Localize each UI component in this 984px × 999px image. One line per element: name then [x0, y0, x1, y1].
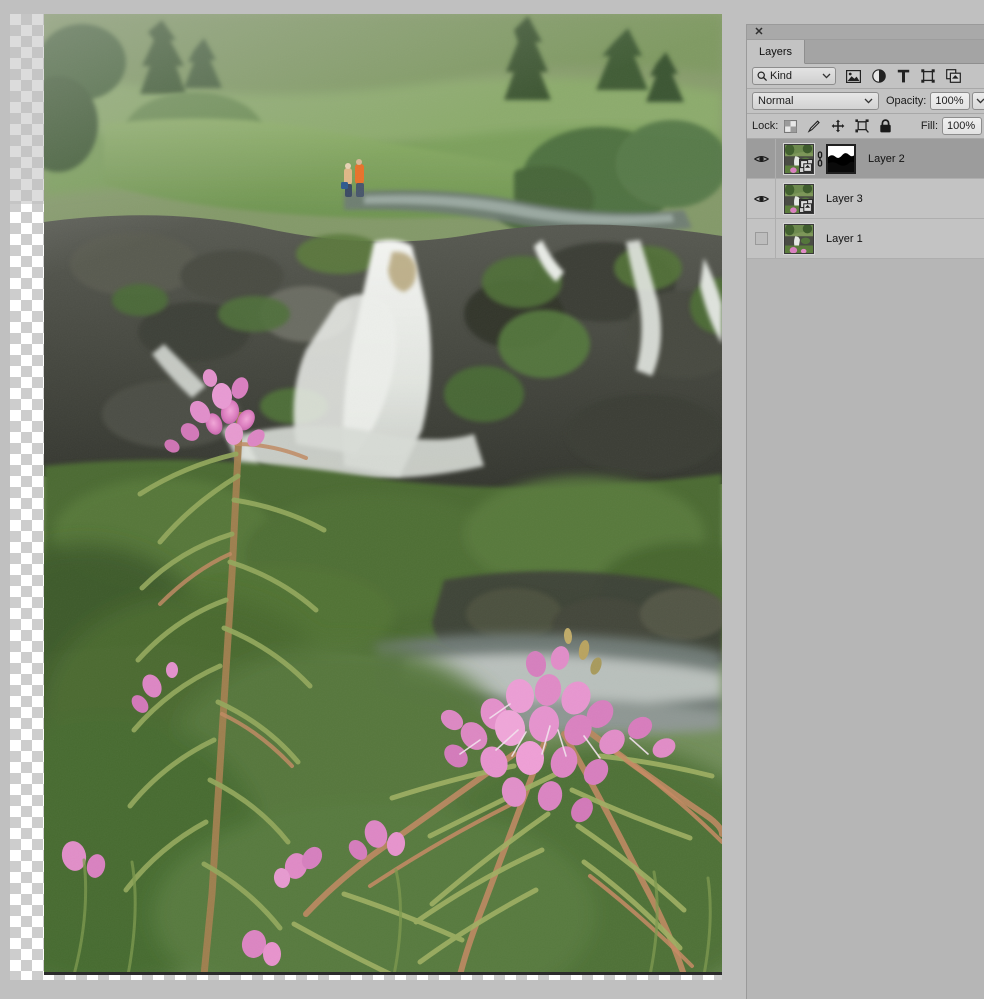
layer-thumbnail[interactable]	[783, 182, 815, 215]
layer-filter-row: Kind	[747, 64, 984, 89]
layer-list[interactable]: Layer 2 Layer 3 Layer 1	[747, 139, 984, 259]
fill-label: Fill:	[920, 120, 938, 132]
layer-thumbnails	[776, 182, 815, 215]
layer-thumbnails	[776, 222, 815, 255]
layer-thumbnail[interactable]	[783, 142, 815, 175]
layer-thumbnail[interactable]	[783, 222, 815, 255]
blend-mode-value: Normal	[758, 95, 794, 107]
eye-icon	[753, 155, 769, 162]
chevron-down-icon	[864, 95, 873, 107]
smart-object-filter-icon[interactable]	[946, 69, 961, 83]
eye-off-icon	[754, 232, 768, 245]
blend-opacity-row: Normal Opacity: 100%	[747, 89, 984, 114]
lock-position-icon[interactable]	[831, 119, 845, 133]
close-icon[interactable]: ✕	[753, 26, 765, 38]
eye-icon	[753, 195, 769, 202]
panel-titlebar: ✕	[747, 25, 984, 40]
opacity-input[interactable]: 100%	[930, 92, 971, 110]
waterfall-photograph	[44, 14, 722, 972]
layer-filter-icon-group	[846, 69, 961, 83]
adjustment-layer-filter-icon[interactable]	[872, 69, 886, 83]
lock-artboard-nesting-icon[interactable]	[855, 119, 870, 133]
filter-kind-label: Kind	[770, 70, 793, 82]
lock-all-icon[interactable]	[879, 119, 892, 133]
shape-layer-filter-icon[interactable]	[921, 69, 935, 83]
layer-visibility-toggle[interactable]	[747, 219, 776, 258]
layer-visibility-toggle[interactable]	[747, 179, 776, 218]
lock-image-pixels-icon[interactable]	[807, 119, 821, 133]
lock-fill-row: Lock: Fill: 100%	[747, 114, 984, 139]
layer-mask-thumbnail[interactable]	[826, 143, 856, 174]
blend-mode-select[interactable]: Normal	[752, 92, 879, 110]
layer-thumbnails	[776, 142, 856, 175]
layers-panel: ✕ Layers Kind Normal Opacity: 100% Lock:…	[746, 24, 984, 999]
layer-name[interactable]: Layer 3	[826, 193, 863, 205]
composited-image[interactable]	[44, 14, 722, 975]
lock-icon-group	[784, 119, 892, 133]
filter-kind-select[interactable]: Kind	[752, 67, 836, 85]
photoshop-window: ✕ Layers Kind Normal Opacity: 100% Lock:…	[0, 0, 984, 999]
fill-input[interactable]: 100%	[942, 117, 982, 135]
layer-name[interactable]: Layer 1	[826, 233, 863, 245]
smart-object-badge	[799, 158, 813, 173]
document-canvas-area[interactable]	[0, 0, 740, 999]
chevron-down-icon	[822, 70, 831, 82]
panel-tabstrip: Layers	[747, 40, 984, 64]
layer-visibility-toggle[interactable]	[747, 139, 776, 178]
type-layer-filter-icon[interactable]	[897, 69, 910, 83]
opacity-label: Opacity:	[886, 95, 927, 107]
smart-object-badge	[799, 198, 813, 213]
pixel-layer-filter-icon[interactable]	[846, 69, 861, 83]
table-row[interactable]: Layer 1	[747, 219, 984, 259]
opacity-stepper[interactable]	[972, 92, 984, 110]
tab-layers-label: Layers	[759, 45, 793, 58]
table-row[interactable]: Layer 2	[747, 139, 984, 179]
tab-layers[interactable]: Layers	[747, 40, 806, 64]
layer-name[interactable]: Layer 2	[868, 153, 905, 165]
search-icon	[757, 71, 767, 81]
mask-link-icon[interactable]	[814, 150, 826, 167]
lock-transparent-pixels-icon[interactable]	[784, 119, 798, 133]
table-row[interactable]: Layer 3	[747, 179, 984, 219]
lock-label: Lock:	[752, 120, 779, 132]
